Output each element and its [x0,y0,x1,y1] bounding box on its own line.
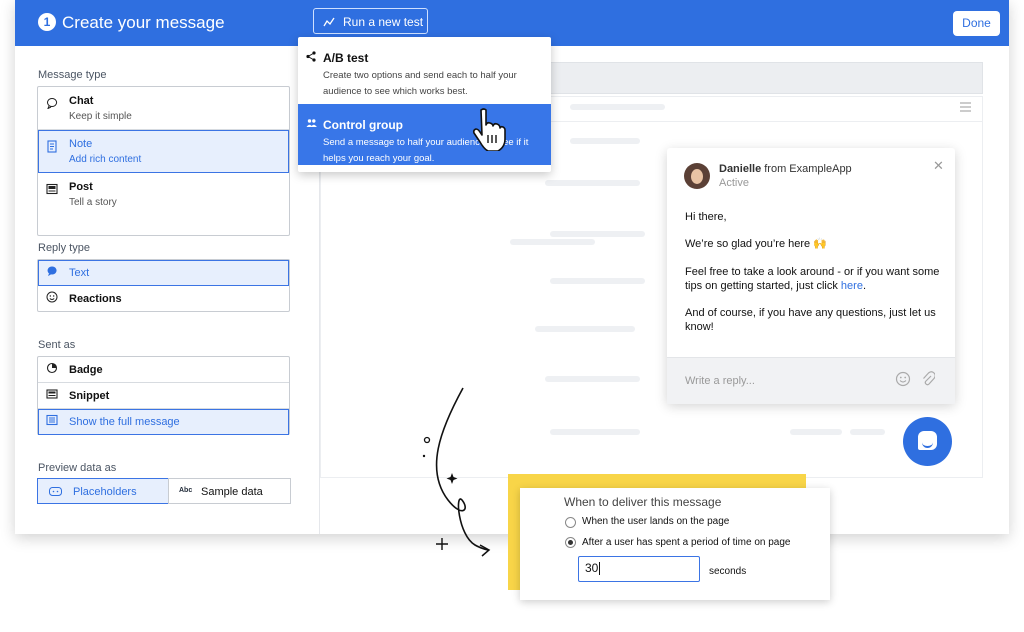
delivery-title: When to deliver this message [564,495,722,509]
seconds-input-value: 30 [585,561,599,575]
radio-lands-on-page[interactable] [565,517,576,528]
delivery-settings-card: When to deliver this message When the us… [520,488,830,600]
radio-time-on-page[interactable] [565,537,576,548]
seconds-unit-label: seconds [709,566,747,577]
radio-label: When the user lands on the page [582,516,730,527]
seconds-input[interactable]: 30 [578,556,700,582]
radio-label: After a user has spent a period of time … [582,537,791,548]
